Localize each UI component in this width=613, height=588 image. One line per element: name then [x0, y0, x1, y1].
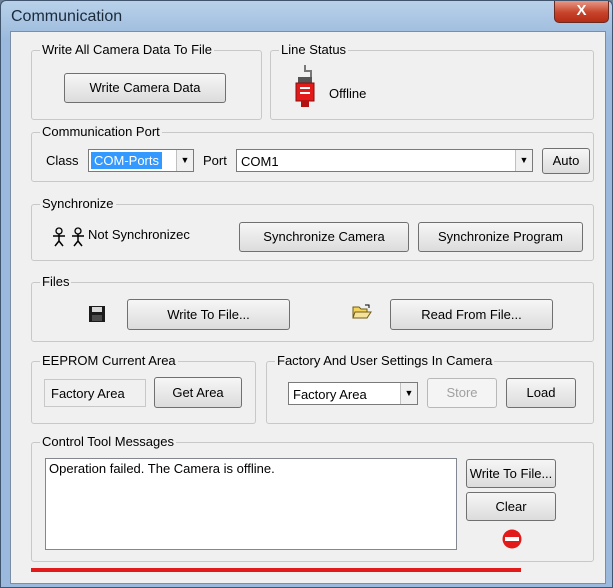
write-all-group-label: Write All Camera Data To File — [40, 42, 215, 58]
line-status-group: Line Status Offline — [270, 42, 594, 120]
title-bar[interactable]: Communication X — [1, 1, 612, 31]
settings-area-select-value: Factory Area — [293, 387, 367, 402]
synchronize-program-button[interactable]: Synchronize Program — [418, 222, 583, 252]
get-area-button[interactable]: Get Area — [154, 377, 242, 408]
chevron-down-icon[interactable]: ▼ — [176, 150, 193, 171]
synchronize-group: Synchronize Not Synchronizec Synchronize… — [31, 196, 594, 261]
factory-user-settings-group: Factory And User Settings In Camera Fact… — [266, 353, 594, 424]
read-from-file-button[interactable]: Read From File... — [390, 299, 553, 330]
open-folder-icon — [352, 304, 372, 319]
class-label: Class — [46, 153, 79, 168]
eeprom-area-display: Factory Area — [44, 379, 146, 407]
chevron-down-icon[interactable]: ▼ — [515, 150, 532, 171]
store-button[interactable]: Store — [427, 378, 497, 408]
clear-button[interactable]: Clear — [466, 492, 556, 521]
line-status-text: Offline — [329, 86, 367, 101]
communication-port-group-label: Communication Port — [40, 124, 162, 140]
class-select[interactable]: COM-Ports ▼ — [88, 149, 194, 172]
control-tool-messages-group: Control Tool Messages Operation failed. … — [31, 434, 594, 562]
messages-write-to-file-button[interactable]: Write To File... — [466, 459, 556, 488]
window-title: Communication — [11, 8, 123, 25]
disconnected-users-icon — [53, 227, 84, 247]
auto-button[interactable]: Auto — [542, 148, 590, 174]
port-select[interactable]: COM1 ▼ — [236, 149, 533, 172]
status-progress-bar — [31, 568, 521, 572]
error-stop-icon — [502, 529, 522, 549]
messages-text: Operation failed. The Camera is offline. — [49, 461, 275, 476]
messages-textarea[interactable]: Operation failed. The Camera is offline. — [45, 458, 457, 550]
eeprom-area-value: Factory Area — [51, 386, 125, 401]
control-tool-messages-group-label: Control Tool Messages — [40, 434, 176, 450]
synchronize-group-label: Synchronize — [40, 196, 116, 212]
camera-connector-icon — [295, 65, 315, 107]
eeprom-group-label: EEPROM Current Area — [40, 353, 178, 369]
write-all-group: Write All Camera Data To File Write Came… — [31, 42, 262, 120]
sync-status-text: Not Synchronizec — [88, 227, 190, 242]
close-button[interactable]: X — [554, 1, 609, 23]
load-button[interactable]: Load — [506, 378, 576, 408]
chevron-down-icon[interactable]: ▼ — [400, 383, 417, 404]
write-camera-data-button[interactable]: Write Camera Data — [64, 73, 226, 103]
port-label: Port — [203, 153, 227, 168]
files-group-label: Files — [40, 274, 72, 290]
class-select-value: COM-Ports — [91, 152, 162, 169]
files-write-to-file-button[interactable]: Write To File... — [127, 299, 290, 330]
communication-port-group: Communication Port Class COM-Ports ▼ Por… — [31, 124, 594, 182]
port-select-value: COM1 — [241, 154, 279, 169]
line-status-group-label: Line Status — [279, 42, 349, 58]
files-group: Files Write To File... Read From File... — [31, 274, 594, 342]
dialog-client-area: Write All Camera Data To File Write Came… — [10, 31, 606, 584]
floppy-disk-icon — [89, 306, 105, 322]
factory-user-settings-group-label: Factory And User Settings In Camera — [275, 353, 495, 369]
synchronize-camera-button[interactable]: Synchronize Camera — [239, 222, 409, 252]
communication-window: Communication X Write All Camera Data To… — [0, 0, 613, 588]
settings-area-select[interactable]: Factory Area ▼ — [288, 382, 418, 405]
eeprom-group: EEPROM Current Area Factory Area Get Are… — [31, 353, 256, 424]
